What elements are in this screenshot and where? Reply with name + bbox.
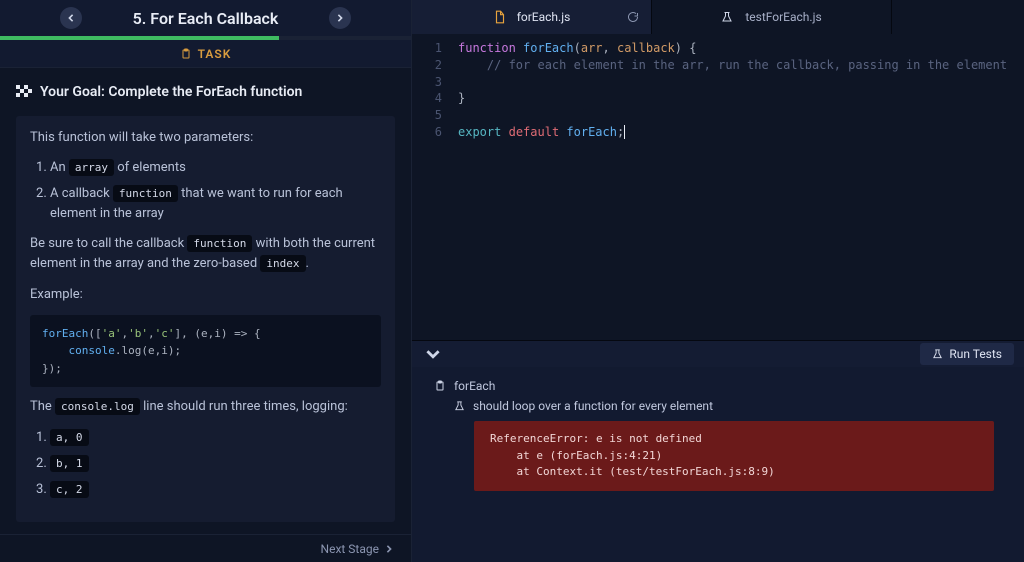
lesson-bar: 5. For Each Callback (0, 0, 411, 36)
text: of elements (114, 160, 186, 175)
right-panel: forEach.js testForEach.js 123456 functio… (412, 0, 1024, 562)
goal-heading-row: Your Goal: Complete the ForEach function (16, 82, 395, 104)
goal-heading: Your Goal: Complete the ForEach function (40, 82, 302, 104)
editor-tabs: forEach.js testForEach.js (412, 0, 1024, 34)
task-params-list: An array of elements A callback function… (50, 158, 381, 224)
code-editor[interactable]: 123456 function forEach(arr, callback) {… (412, 34, 1024, 340)
clipboard-icon (434, 380, 446, 392)
text: . (306, 256, 309, 271)
inline-code: a, 0 (50, 429, 89, 446)
task-body: This function will take two parameters: … (16, 116, 395, 522)
list-item: A callback function that we want to run … (50, 184, 381, 224)
example-code-block: forEach(['a','b','c'], (e,i) => { consol… (30, 315, 381, 388)
besure-line: Be sure to call the callback function wi… (30, 234, 381, 274)
flask-icon (721, 10, 735, 24)
list-item: c, 2 (50, 480, 381, 500)
task-tabs: TASK (0, 40, 411, 68)
tab-task-label: TASK (198, 47, 232, 61)
inline-code: index (260, 255, 305, 272)
expected-output-list: a, 0 b, 1 c, 2 (50, 428, 381, 500)
flask-icon (454, 400, 465, 412)
inline-code: function (113, 185, 178, 202)
chevron-right-icon (385, 545, 393, 553)
text: The (30, 399, 55, 414)
editor-tab-label: forEach.js (517, 10, 571, 24)
text: Be sure to call the callback (30, 236, 187, 251)
inline-code: c, 2 (50, 481, 89, 498)
next-lesson-button[interactable] (329, 7, 351, 29)
inline-code: function (187, 235, 252, 252)
test-panel: Run Tests forEach should loop over a fun… (412, 340, 1024, 562)
run-tests-button[interactable]: Run Tests (920, 343, 1014, 365)
flask-icon (932, 348, 943, 360)
lesson-progress (0, 36, 411, 40)
inline-code: console.log (55, 398, 140, 415)
inline-code: b, 1 (50, 455, 89, 472)
code-content: function forEach(arr, callback) { // for… (452, 34, 1007, 340)
test-panel-bar: Run Tests (412, 341, 1024, 367)
editor-tab-label: testForEach.js (745, 10, 821, 24)
list-item: a, 0 (50, 428, 381, 448)
list-item: An array of elements (50, 158, 381, 178)
editor-tab-testforeach[interactable]: testForEach.js (652, 0, 892, 34)
clipboard-icon (180, 48, 192, 60)
chevron-down-icon (426, 347, 440, 361)
test-group: forEach (434, 379, 1002, 393)
run-tests-label: Run Tests (949, 347, 1002, 361)
task-intro: This function will take two parameters: (30, 128, 381, 148)
test-group-name: forEach (454, 379, 495, 393)
tab-dirty-indicator (627, 11, 639, 23)
prev-lesson-button[interactable] (60, 7, 82, 29)
left-panel: 5. For Each Callback TASK Your Goal: Com… (0, 0, 412, 562)
inline-code: array (69, 159, 114, 176)
test-case-desc: should loop over a function for every el… (473, 399, 713, 413)
collapse-panel-button[interactable] (422, 347, 444, 361)
example-label: Example: (30, 285, 381, 305)
chevron-left-icon (67, 14, 75, 22)
test-results: forEach should loop over a function for … (412, 367, 1024, 503)
next-stage-label: Next Stage (321, 542, 379, 556)
task-content: Your Goal: Complete the ForEach function… (0, 68, 411, 534)
line-gutter: 123456 (412, 34, 452, 340)
text: An (50, 160, 69, 175)
checkered-flag-icon (16, 85, 32, 101)
js-file-icon (493, 10, 507, 24)
text: line should run three times, logging: (140, 399, 348, 414)
editor-tab-foreach[interactable]: forEach.js (412, 0, 652, 34)
list-item: b, 1 (50, 454, 381, 474)
console-line: The console.log line should run three ti… (30, 397, 381, 417)
test-case: should loop over a function for every el… (454, 399, 1002, 413)
text: A callback (50, 186, 113, 201)
lesson-title: 5. For Each Callback (133, 9, 279, 28)
test-error-output: ReferenceError: e is not defined at e (f… (474, 421, 994, 491)
next-stage-button[interactable]: Next Stage (0, 534, 411, 562)
lesson-progress-fill (0, 36, 279, 40)
tab-task[interactable]: TASK (180, 47, 232, 61)
chevron-right-icon (336, 14, 344, 22)
